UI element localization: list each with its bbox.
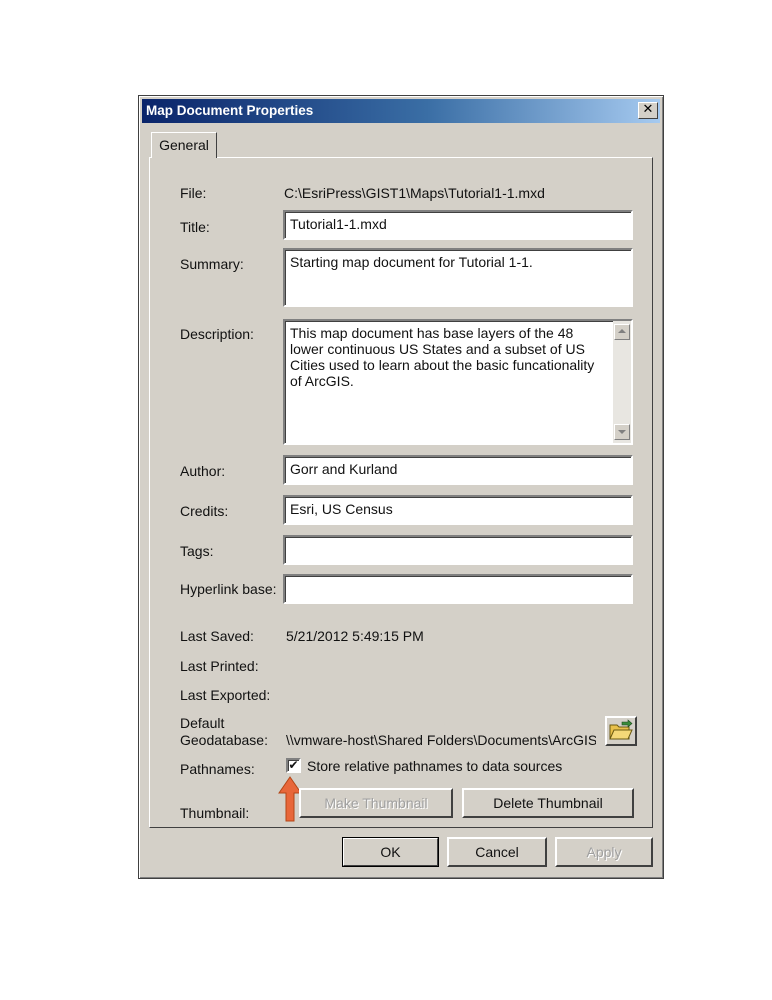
close-icon: ✕: [642, 102, 654, 117]
map-document-properties-dialog: Map Document Properties ✕ General File: …: [138, 95, 664, 879]
dialog-title: Map Document Properties: [146, 103, 314, 118]
apply-button[interactable]: Apply: [555, 837, 653, 867]
default-geodatabase-label-line1: Default: [180, 715, 225, 731]
scroll-down-arrow-icon: [618, 430, 626, 434]
browse-geodatabase-button[interactable]: [605, 716, 637, 746]
credits-input[interactable]: Esri, US Census: [283, 495, 633, 525]
last-exported-label: Last Exported:: [180, 687, 271, 703]
last-saved-value: 5/21/2012 5:49:15 PM: [286, 628, 424, 644]
general-tab-panel: File: C:\EsriPress\GIST1\Maps\Tutorial1-…: [149, 157, 653, 828]
delete-thumbnail-button[interactable]: Delete Thumbnail: [462, 788, 634, 818]
pathnames-label: Pathnames:: [180, 761, 255, 777]
tags-label: Tags:: [180, 543, 214, 559]
hyperlink-base-label: Hyperlink base:: [180, 581, 277, 597]
summary-textarea[interactable]: Starting map document for Tutorial 1-1.: [283, 248, 633, 307]
description-label: Description:: [180, 326, 254, 342]
title-label: Title:: [180, 219, 210, 235]
description-text: This map document has base layers of the…: [290, 325, 595, 389]
close-button[interactable]: ✕: [638, 102, 658, 119]
author-input[interactable]: Gorr and Kurland: [283, 455, 633, 485]
last-saved-label: Last Saved:: [180, 628, 254, 644]
scroll-up-button[interactable]: [614, 324, 630, 340]
description-scrollbar[interactable]: [613, 321, 631, 443]
tags-input[interactable]: [283, 535, 633, 565]
store-relative-pathnames-label[interactable]: Store relative pathnames to data sources: [307, 758, 562, 774]
description-textarea[interactable]: This map document has base layers of the…: [283, 319, 633, 445]
thumbnail-label: Thumbnail:: [180, 805, 250, 821]
tab-general[interactable]: General: [151, 132, 217, 158]
folder-open-icon: [609, 719, 633, 740]
file-path-value: C:\EsriPress\GIST1\Maps\Tutorial1-1.mxd: [284, 185, 545, 201]
title-input[interactable]: Tutorial1-1.mxd: [283, 210, 633, 240]
store-relative-pathnames-checkbox[interactable]: ✔: [286, 758, 301, 773]
hyperlink-base-input[interactable]: [283, 574, 633, 604]
cancel-button[interactable]: Cancel: [447, 837, 547, 867]
scroll-up-arrow-icon: [618, 329, 626, 333]
file-label: File:: [180, 185, 207, 201]
summary-label: Summary:: [180, 256, 244, 272]
credits-label: Credits:: [180, 503, 229, 519]
author-label: Author:: [180, 463, 226, 479]
last-printed-label: Last Printed:: [180, 658, 259, 674]
default-geodatabase-label-line2: Geodatabase:: [180, 732, 268, 748]
default-geodatabase-value: \\vmware-host\Shared Folders\Documents\A…: [286, 732, 596, 748]
scroll-down-button[interactable]: [614, 424, 630, 440]
make-thumbnail-button[interactable]: Make Thumbnail: [299, 788, 453, 818]
ok-button[interactable]: OK: [342, 837, 439, 867]
title-bar[interactable]: Map Document Properties ✕: [142, 99, 660, 123]
